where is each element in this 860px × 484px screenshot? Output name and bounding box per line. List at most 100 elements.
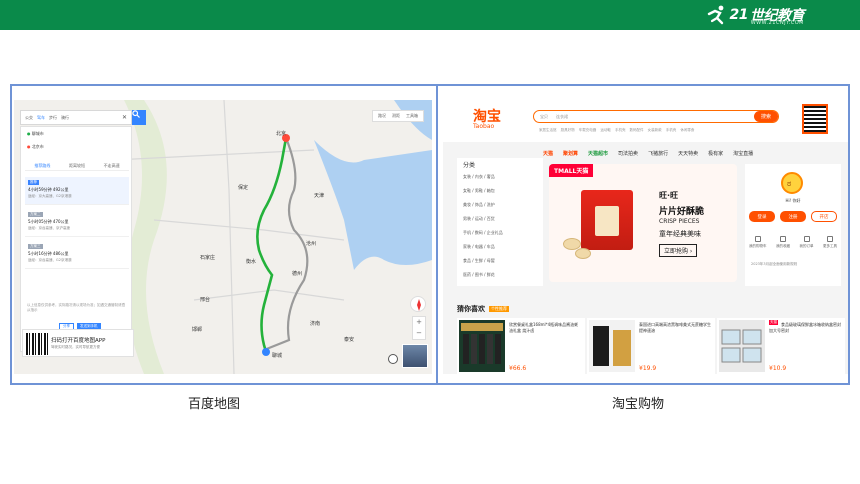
route-summary: 5小时05分钟 470公里 xyxy=(28,219,69,224)
cracker-image xyxy=(575,248,591,259)
from-value: 聊城市 xyxy=(31,131,44,136)
route-option[interactable]: 推荐 4小时59分钟 492公里 途经：京大高速、G2京港澳 xyxy=(25,177,129,205)
product-title: 泰国进口高端高浓黑咖啡美式无蔗糖学生提神速溶 xyxy=(639,322,711,333)
tools-link[interactable]: 更多工具 xyxy=(823,236,837,249)
guess-you-like-heading: 猜你喜欢 个性推荐 xyxy=(457,304,509,314)
taobao-header: 淘宝 Taobao 宝贝 连衣裙 搜索 家居生活馆 厨具好物 车载充电器 运动鞋… xyxy=(443,100,848,142)
nav-item[interactable]: 天猫 xyxy=(543,150,553,157)
banner-brand: 旺·旺 xyxy=(659,191,679,200)
route-mode-bar: 公交 驾车 步行 骑行 ✕ xyxy=(20,110,132,125)
taobao-search-button[interactable]: 搜索 xyxy=(754,111,778,122)
city-label: 邯郸 xyxy=(192,327,203,333)
city-label: 邢台 xyxy=(200,297,211,303)
orders-link[interactable]: 我的订单 xyxy=(800,236,814,249)
city-label: 衡水 xyxy=(246,259,257,265)
category-title: 分类 xyxy=(463,162,476,169)
from-field[interactable]: ● 聊城市 xyxy=(27,131,44,137)
search-icon xyxy=(132,110,140,118)
taobao-nav: 天猫 聚划算 天猫超市 司法拍卖 飞猪旅行 天天特卖 极有家 淘宝直播 xyxy=(543,150,753,157)
mode-bike[interactable]: 骑行 xyxy=(61,115,69,121)
register-button[interactable]: 注册 xyxy=(780,211,806,222)
favorites-icon xyxy=(780,236,786,242)
tmall-badge: TMALL天猫 xyxy=(549,164,594,177)
route-note: 以上信息仅供参考，实际路况请以现场为准；如遇交通管制请遵从指示 xyxy=(27,303,125,312)
nav-item[interactable]: 司法拍卖 xyxy=(618,150,638,157)
nav-item[interactable]: 聚划算 xyxy=(563,150,578,157)
tab-recommended[interactable]: 推荐路线 xyxy=(34,163,50,169)
login-button[interactable]: 登录 xyxy=(749,211,775,222)
qr-title: 扫码打开百度地图APP xyxy=(51,338,106,344)
taobao-page: 淘宝 Taobao 宝贝 连衣裙 搜索 家居生活馆 厨具好物 车载充电器 运动鞋… xyxy=(443,100,848,374)
route-option[interactable]: 方案二 5小时05分钟 470公里 途经：京台高速、京沪高速 xyxy=(25,209,129,237)
guess-title: 猜你喜欢 xyxy=(457,305,485,313)
zoom-control[interactable]: + − xyxy=(412,316,426,340)
category-item[interactable]: 家装 / 电器 / 车品 xyxy=(463,244,495,250)
product-card[interactable]: 泰国进口高端高浓黑咖啡美式无蔗糖学生提神速溶 ¥19.9 xyxy=(587,318,715,374)
tool-toolbox[interactable]: 工具箱 xyxy=(406,113,418,119)
hot-words[interactable]: 家居生活馆 厨具好物 车载充电器 运动鞋 手机壳 数码配件 女装新款 手机壳 休… xyxy=(539,128,694,133)
to-field[interactable]: ● 北京市 xyxy=(27,144,44,150)
nav-item[interactable]: 天天特卖 xyxy=(678,150,698,157)
caption-baidu-map: 百度地图 xyxy=(188,397,241,412)
category-item[interactable]: 美妆 / 饰品 / 洗护 xyxy=(463,202,495,208)
map-toolbar: 路况 测距 工具箱 xyxy=(372,110,424,122)
to-value: 北京市 xyxy=(31,144,44,149)
nav-item[interactable]: 天猫超市 xyxy=(588,150,608,157)
banner-subtitle: 童年经典美味 xyxy=(659,230,701,238)
city-label: 济南 xyxy=(310,321,321,327)
product-card[interactable]: 天猫 食品级玻璃保鲜盒冰箱收纳盒密封加大号密封 ¥10.9 xyxy=(717,318,845,374)
top-banner: 21 世纪教育 WWW.21CNJY.COM xyxy=(0,0,860,30)
buy-now-button[interactable]: 立即抢购 › xyxy=(659,244,698,257)
map-view[interactable]: 北京 天津 石家庄 衡水 济南 聊城 保定 德州 沧州 邢台 邯郸 泰安 公交 … xyxy=(14,100,432,374)
search-scope[interactable]: 宝贝 xyxy=(540,114,548,120)
route-option[interactable]: 方案三 5小时16分钟 486公里 途经：京台高速、G2京港澳 xyxy=(25,241,129,269)
avatar[interactable]: ಠ xyxy=(781,172,803,194)
tab-no-highway[interactable]: 不走高速 xyxy=(104,163,120,169)
category-item[interactable]: 女装 / 内衣 / 奢品 xyxy=(463,174,495,180)
taobao-search-input[interactable]: 宝贝 连衣裙 xyxy=(533,110,779,123)
city-label: 德州 xyxy=(292,271,303,277)
compass-icon[interactable] xyxy=(410,296,426,312)
locate-icon[interactable] xyxy=(388,354,398,364)
product-card[interactable]: 欣赏餐桌礼盒168ml*4瓶调味品酱油蚝油礼盒 烧汁卤 ¥66.6 xyxy=(457,318,585,374)
product-price: ¥66.6 xyxy=(509,365,527,372)
close-icon[interactable]: ✕ xyxy=(122,114,127,121)
nav-item[interactable]: 飞猪旅行 xyxy=(648,150,668,157)
mode-walk[interactable]: 步行 xyxy=(49,115,57,121)
route-panel: ● 聊城市 ● 北京市 推荐路线 距离较短 不走高速 推荐 4小时59分钟 49… xyxy=(20,126,132,352)
city-label: 泰安 xyxy=(344,337,355,343)
baidu-map-screenshot: 北京 天津 石家庄 衡水 济南 聊城 保定 德州 沧州 邢台 邯郸 泰安 公交 … xyxy=(10,84,438,385)
tool-measure[interactable]: 测距 xyxy=(392,113,400,119)
nav-item[interactable]: 淘宝直播 xyxy=(733,150,753,157)
category-item[interactable]: 医药 / 图书 / 鲜花 xyxy=(463,272,495,278)
cart-link[interactable]: 我的购物车 xyxy=(749,236,767,249)
qr-code-icon xyxy=(802,104,828,134)
favorites-link[interactable]: 我的收藏 xyxy=(776,236,790,249)
promo-banner[interactable]: TMALL天猫 旺·旺 片片好酥脆 CRISP PIECES 童年经典美味 立即… xyxy=(549,164,737,282)
tool-traffic[interactable]: 路况 xyxy=(378,113,386,119)
mode-drive[interactable]: 驾车 xyxy=(37,115,45,121)
satellite-thumbnail[interactable] xyxy=(402,344,428,368)
tab-shortest[interactable]: 距离较短 xyxy=(69,163,85,169)
city-label: 石家庄 xyxy=(200,255,216,261)
search-button[interactable] xyxy=(132,110,146,125)
rules-notice[interactable]: 2023年3月起全面使用新规则 xyxy=(751,262,797,267)
product-title: 食品级玻璃保鲜盒冰箱收纳盒密封加大号密封 xyxy=(769,322,841,333)
taobao-logo-en: Taobao xyxy=(473,123,495,130)
zoom-out-icon[interactable]: − xyxy=(413,328,425,339)
category-item[interactable]: 食品 / 生鲜 / 母婴 xyxy=(463,258,495,264)
app-download-card[interactable]: 扫码打开百度地图APP 驾驶实时路况，实时导航更方便 xyxy=(22,329,134,357)
product-image xyxy=(459,320,505,372)
category-item[interactable]: 女鞋 / 男鞋 / 箱包 xyxy=(463,188,495,194)
qr-subtitle: 驾驶实时路况，实时导航更方便 xyxy=(51,345,100,349)
open-shop-button[interactable]: 开店 xyxy=(811,211,837,222)
route-tag: 方案三 xyxy=(28,244,43,249)
category-item[interactable]: 手机 / 数码 / 企业礼品 xyxy=(463,230,503,236)
route-summary: 4小时59分钟 492公里 xyxy=(28,187,69,192)
nav-item[interactable]: 极有家 xyxy=(708,150,723,157)
category-item[interactable]: 男装 / 运动 / 百货 xyxy=(463,216,495,222)
mode-bus[interactable]: 公交 xyxy=(25,115,33,121)
zoom-in-icon[interactable]: + xyxy=(413,317,425,328)
route-detail: 途经：京台高速、京沪高速 xyxy=(28,226,70,230)
route-tag: 推荐 xyxy=(28,180,39,185)
